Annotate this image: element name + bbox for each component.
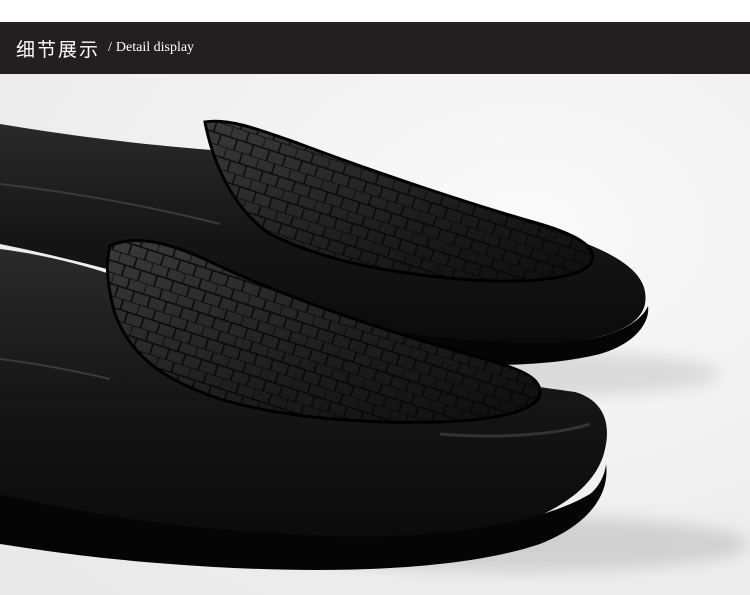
top-spacer	[0, 0, 750, 22]
shoe-detail-photo	[0, 74, 750, 595]
title-separator: /	[108, 40, 112, 55]
section-header: 细节展示 / Detail display	[0, 22, 750, 74]
section-title-cn: 细节展示	[16, 38, 101, 61]
shoe-illustration	[0, 74, 750, 595]
section-title-en: Detail display	[115, 40, 195, 55]
